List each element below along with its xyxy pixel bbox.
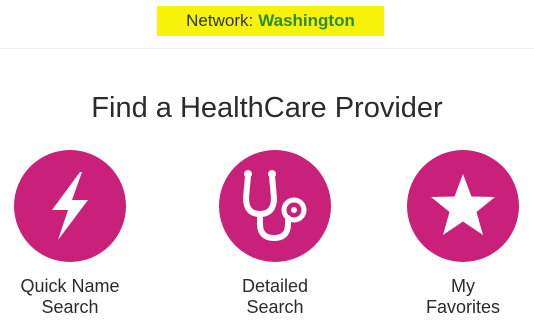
network-name: Washington xyxy=(258,11,355,30)
my-favorites-label-line2: Favorites xyxy=(425,297,501,317)
my-favorites-circle[interactable] xyxy=(407,150,519,262)
top-bar: Network: Washington xyxy=(0,0,534,49)
network-label: Network: xyxy=(186,11,254,30)
my-favorites-label: My Favorites xyxy=(383,276,534,318)
my-favorites-button[interactable]: My Favorites xyxy=(383,150,534,318)
detailed-search-button[interactable]: Detailed Search xyxy=(195,150,355,318)
stethoscope-icon xyxy=(242,170,307,242)
page-title: Find a HealthCare Provider xyxy=(91,92,443,124)
detailed-search-label-line1: Detailed xyxy=(241,276,309,296)
lightning-bolt-icon xyxy=(52,172,88,240)
star-icon xyxy=(431,174,495,235)
quick-name-search-button[interactable]: Quick Name Search xyxy=(0,150,150,318)
quick-name-search-label: Quick Name Search xyxy=(0,276,150,318)
detailed-search-label: Detailed Search xyxy=(195,276,355,318)
network-indicator: Network: Washington xyxy=(157,6,384,36)
page: Network: Washington Find a HealthCare Pr… xyxy=(0,0,534,329)
detailed-search-circle[interactable] xyxy=(219,150,331,262)
my-favorites-label-line1: My xyxy=(451,276,475,296)
quick-name-search-label-line2: Search xyxy=(41,297,99,317)
detailed-search-label-line2: Search xyxy=(246,297,304,317)
quick-name-search-label-line1: Quick Name xyxy=(20,276,120,296)
quick-name-search-circle[interactable] xyxy=(14,150,126,262)
